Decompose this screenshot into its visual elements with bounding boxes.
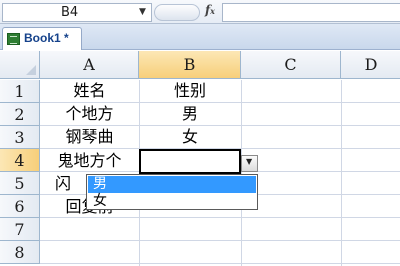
dropdown-option-female[interactable]: 女 (88, 193, 256, 210)
cell-a3[interactable]: 钢琴曲 (40, 126, 139, 148)
validation-dropdown-list: 男 女 (86, 174, 258, 210)
row-header-5[interactable]: 5 (0, 172, 40, 195)
chevron-down-icon: ▼ (246, 157, 253, 166)
fx-sub-label: x (210, 6, 215, 16)
cell-a1[interactable]: 姓名 (40, 80, 139, 102)
validation-dropdown-button[interactable]: ▼ (241, 155, 258, 172)
cell-b1[interactable]: 性别 (139, 80, 241, 102)
row-header-8[interactable]: 8 (0, 241, 40, 264)
column-header-b[interactable]: B (139, 51, 241, 79)
column-header-d[interactable]: D (341, 51, 400, 79)
row-divider (40, 240, 400, 241)
formula-bar: B4 ▼ fx (0, 0, 400, 24)
select-all-corner[interactable] (0, 51, 40, 79)
formula-bar-resize-handle[interactable] (154, 4, 200, 21)
row-header-4[interactable]: 4 (0, 149, 40, 172)
workbook-tab-label: Book1 * (24, 31, 69, 45)
column-header-a[interactable]: A (40, 51, 139, 79)
name-box-value: B4 (61, 5, 79, 20)
cell-b3[interactable]: 女 (139, 126, 241, 148)
column-header-c[interactable]: C (241, 51, 341, 79)
row-header-7[interactable]: 7 (0, 218, 40, 241)
insert-function-button[interactable]: fx (205, 3, 215, 17)
active-cell-b4[interactable] (139, 149, 241, 174)
workbook-tab-strip: Book1 * (0, 24, 400, 50)
cell-a2[interactable]: 个地方 (40, 103, 139, 125)
row-header-1[interactable]: 1 (0, 80, 40, 103)
row-header-6[interactable]: 6 (0, 195, 40, 218)
row-divider (40, 263, 400, 264)
excel-workbook-icon (7, 33, 20, 45)
workbook-tab[interactable]: Book1 * (2, 27, 82, 50)
cell-b2[interactable]: 男 (139, 103, 241, 125)
name-box[interactable]: B4 ▼ (2, 3, 152, 22)
cell-a4[interactable]: 鬼地方个 (40, 150, 139, 172)
row-header-3[interactable]: 3 (0, 126, 40, 149)
column-divider (341, 80, 342, 266)
cell-a5[interactable]: 闪 (40, 173, 86, 195)
row-header-2[interactable]: 2 (0, 103, 40, 126)
chevron-down-icon[interactable]: ▼ (139, 7, 146, 17)
column-divider (241, 80, 242, 266)
formula-input[interactable] (222, 3, 400, 22)
dropdown-option-male[interactable]: 男 (88, 176, 256, 193)
